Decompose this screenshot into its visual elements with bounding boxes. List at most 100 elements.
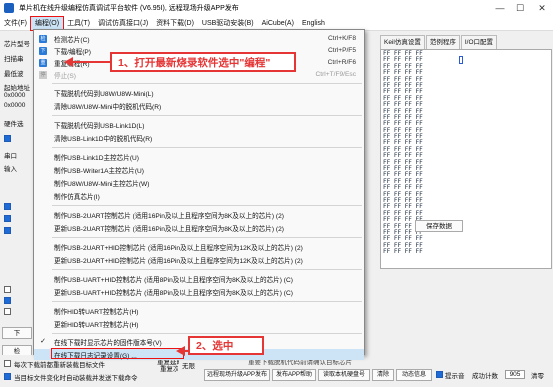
dropdown-item-label: 下载脱机代码到USB-Link1D(L) (54, 122, 145, 130)
tab-examples[interactable]: 范例程序 (425, 35, 460, 49)
menu-english[interactable]: English (298, 17, 329, 30)
option-checkbox-3[interactable] (4, 215, 11, 222)
menu-file[interactable]: 文件(F) (0, 17, 31, 30)
menu-downloads[interactable]: 资料下载(D) (152, 17, 198, 30)
dropdown-item-label: 更新USB-2UART控制芯片 (适用16Pin及以上且程序空间为8K及以上的芯… (54, 225, 284, 233)
tab-keil-sim[interactable]: Keil仿真设置 (380, 35, 425, 49)
checkmark-icon: ✓ (40, 337, 46, 345)
app-icon (4, 3, 14, 13)
menu-separator (52, 301, 362, 302)
minimize-button[interactable]: — (490, 0, 510, 16)
dropdown-item-label: 在线下载时显示芯片的固件版本号(V) (54, 339, 162, 347)
dropdown-item-label: 更新USB-UART+HID控制芯片 (适用8Pin及以上且程序空间为8K及以上… (54, 289, 293, 297)
dropdown-item[interactable]: 制作USB-2UART控制芯片 (适用16Pin及以上且程序空间为8K及以上的芯… (34, 209, 364, 220)
menu-debug-interface[interactable]: 调试仿真接口(J) (94, 17, 152, 30)
detect-chip-icon: 检 (39, 34, 47, 43)
input-label: 输入 (4, 166, 17, 173)
start-address-label: 起始地址 (4, 85, 30, 92)
dropdown-item-label: 清除U8W/U8W-Mini中的脱机代码(R) (54, 103, 162, 111)
option-checkbox-5[interactable] (4, 286, 11, 293)
dropdown-item[interactable]: 下载脱机代码到U8W/U8W-Mini(L) (34, 87, 364, 98)
dropdown-item[interactable]: 更新USB-2UART+HID控制芯片 (适用16Pin及以上且程序空间为12K… (34, 254, 364, 265)
scan-port-label: 扫描串 (4, 56, 24, 63)
callout-step2: 2、选中 (188, 336, 264, 355)
dropdown-item-label: 制作HID转UART控制芯片(H) (54, 308, 139, 316)
dynamic-info-button[interactable]: 动态信息 (396, 369, 432, 381)
hw-options-label: 硬件选 (4, 121, 24, 128)
dropdown-item-shortcut: Ctrl+T/F9/Esc (315, 71, 356, 78)
prompt-sound-label: 提示音 (445, 373, 465, 380)
dropdown-item[interactable]: 清除USB-Link1D中的脱机代码(R) (34, 132, 364, 143)
read-disk-id-button[interactable]: 读取本机硬盘号 (318, 369, 370, 381)
dropdown-item[interactable]: 更新USB-UART+HID控制芯片 (适用8Pin及以上且程序空间为8K及以上… (34, 286, 364, 297)
callout-step1-arrow (72, 61, 110, 63)
dropdown-item[interactable]: 制作USB-Writer1A主控芯片(U) (34, 164, 364, 175)
dropdown-item-label: 清除USB-Link1D中的脱机代码(R) (54, 135, 153, 143)
dropdown-item[interactable]: 检检测芯片(C) Ctrl+K/F8 (34, 33, 364, 44)
repeat-count-value[interactable]: 无限 (182, 360, 200, 370)
dropdown-item[interactable]: 清除U8W/U8W-Mini中的脱机代码(R) (34, 100, 364, 111)
window-title: 单片机在线升级编程仿真调试平台软件 (V6.95I), 远程现场升级APP发布 (19, 5, 239, 12)
dropdown-item[interactable]: 更新HID转UART控制芯片(H) (34, 318, 364, 329)
option-checkbox-4[interactable] (4, 227, 11, 234)
dropdown-item[interactable]: 制作USB-Link1D主控芯片(U) (34, 151, 364, 162)
menu-separator (52, 205, 362, 206)
callout-step2-arrowhead (176, 346, 185, 356)
menu-separator (52, 147, 362, 148)
dropdown-item[interactable]: 制作USB-UART+HID控制芯片 (适用8Pin及以上且程序空间为8K及以上… (34, 273, 364, 284)
clear-button[interactable]: 清除 (372, 369, 394, 381)
hex-data-view[interactable]: FF FF FF FF FF FF FF FF FF FF FF FF FF FF F… (380, 49, 552, 269)
remote-app-publish-button[interactable]: 远程现场升级APP发布 (204, 369, 270, 381)
dropdown-item[interactable]: 下载脱机代码到USB-Link1D(L) (34, 119, 364, 130)
download-button[interactable]: 下 (2, 327, 32, 339)
dropdown-item-label: 制作USB-Link1D主控芯片(U) (54, 154, 139, 162)
menu-separator (52, 237, 362, 238)
dropdown-item-shortcut: Ctrl+P/F5 (327, 47, 356, 54)
dropdown-item-label: 制作U8W/U8W-Mini主控芯片(W) (54, 180, 150, 188)
dropdown-item-shortcut: Ctrl+R/F6 (327, 59, 356, 66)
dropdown-item-label: 更新USB-2UART+HID控制芯片 (适用16Pin及以上且程序空间为12K… (54, 257, 303, 265)
dropdown-item-label: 检测芯片(C) (54, 36, 90, 44)
callout-step1-arrowhead (64, 57, 73, 67)
start-address-value-2[interactable]: 0x0000 (4, 102, 32, 109)
dropdown-item[interactable]: 制作HID转UART控制芯片(H) (34, 305, 364, 316)
dropdown-item-label: 制作仿真芯片(I) (54, 193, 100, 201)
option-checkbox-2[interactable] (4, 203, 11, 210)
program-dropdown-menu: 检检测芯片(C) Ctrl+K/F8 下下载/编程(P) Ctrl+P/F5 重重复编程… (33, 29, 365, 360)
dropdown-item-label: 下载/编程(P) (54, 48, 91, 56)
dropdown-item[interactable]: 制作U8W/U8W-Mini主控芯片(W) (34, 177, 364, 188)
reload-before-download-checkbox[interactable] (4, 360, 11, 367)
menu-usb-driver[interactable]: USB驱动安装(B) (198, 17, 258, 30)
option-checkbox-6[interactable] (4, 297, 11, 304)
dropdown-item-label: 更新HID转UART控制芯片(H) (54, 321, 139, 329)
start-address-value[interactable]: 0x0000 (4, 92, 32, 99)
reset-count-button[interactable]: 清零 (531, 370, 551, 380)
prompt-sound-checkbox[interactable] (436, 371, 443, 378)
chip-type-label: 芯片型号 (4, 41, 30, 48)
menu-separator (52, 83, 362, 84)
download-icon: 下 (39, 46, 47, 55)
repeat-count-label: 重复次数 (160, 366, 178, 373)
callout-step1: 1、打开最新烧录软件选中"编程" (110, 52, 296, 72)
success-count-label: 成功计数 (472, 373, 498, 380)
menu-program[interactable]: 编程(O) (29, 15, 65, 31)
menu-tools[interactable]: 工具(T) (63, 17, 94, 30)
option-checkbox-7[interactable] (4, 308, 11, 315)
maximize-button[interactable]: ☐ (510, 0, 530, 16)
option-checkbox-1[interactable] (4, 135, 11, 142)
menu-separator (52, 115, 362, 116)
dropdown-item[interactable]: 更新USB-2UART控制芯片 (适用16Pin及以上且程序空间为8K及以上的芯… (34, 222, 364, 233)
close-button[interactable]: ✕ (532, 0, 552, 16)
dropdown-item[interactable]: 制作USB-2UART+HID控制芯片 (适用16Pin及以上且程序空间为12K… (34, 241, 364, 252)
dropdown-item-label: 制作USB-Writer1A主控芯片(U) (54, 167, 144, 175)
reload-before-download-label: 每次下载前都重新装载目标文件 (14, 362, 105, 369)
menu-aicube[interactable]: AiCube(A) (258, 17, 298, 30)
dropdown-item[interactable]: 制作仿真芯片(I) (34, 190, 364, 201)
save-data-button[interactable]: 保存数据 (415, 220, 463, 232)
stop-icon: 停 (39, 70, 47, 79)
publish-app-help-button[interactable]: 发布APP帮助 (272, 369, 316, 381)
tab-io-config[interactable]: I/O口配置 (460, 35, 498, 49)
auto-reload-checkbox[interactable] (4, 373, 11, 380)
auto-reload-label: 当目标文件变化时自动装载并发送下载命令 (14, 375, 138, 382)
dropdown-item-label: 制作USB-2UART+HID控制芯片 (适用16Pin及以上且程序空间为12K… (54, 244, 303, 252)
